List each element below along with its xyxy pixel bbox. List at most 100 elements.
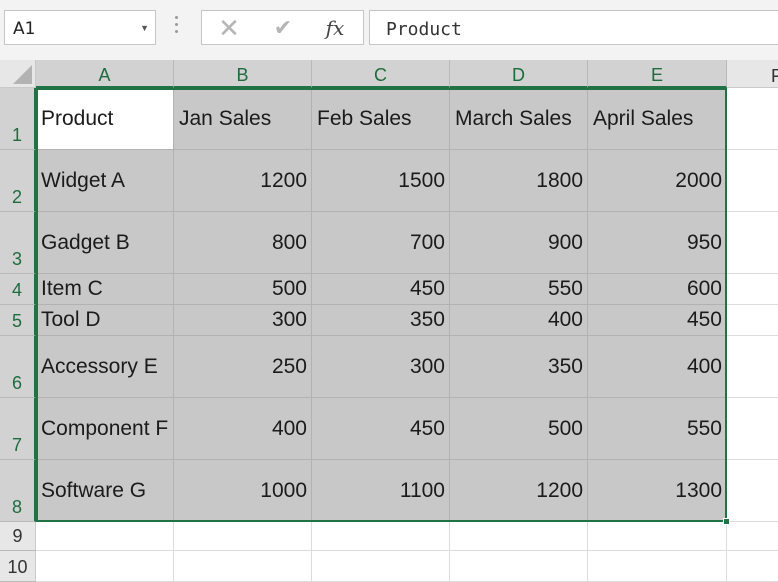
table-cell[interactable]: Tool D xyxy=(36,305,174,336)
row-number: 3 xyxy=(11,249,22,269)
formula-input[interactable]: Product xyxy=(369,10,778,45)
table-cell[interactable] xyxy=(727,551,778,582)
chevron-down-icon[interactable]: ▼ xyxy=(140,23,149,33)
column-header-f-label: F xyxy=(771,66,778,86)
table-cell[interactable]: 300 xyxy=(312,336,450,398)
table-cell[interactable]: 400 xyxy=(174,398,312,460)
column-header-e[interactable]: E xyxy=(588,60,727,88)
column-header-d[interactable]: D xyxy=(450,60,588,88)
column-header-c[interactable]: C xyxy=(312,60,450,88)
row-number: 6 xyxy=(11,373,22,393)
table-cell[interactable]: Item C xyxy=(36,274,174,305)
column-header-b[interactable]: B xyxy=(174,60,312,88)
table-cell[interactable]: 450 xyxy=(312,274,450,305)
table-cell[interactable]: Software G xyxy=(36,460,174,522)
table-cell[interactable] xyxy=(36,522,174,551)
select-all-button[interactable] xyxy=(0,60,36,88)
row-number: 1 xyxy=(11,125,22,145)
table-cell[interactable] xyxy=(727,460,778,522)
row-header-9[interactable]: 9 xyxy=(0,522,36,551)
table-cell[interactable]: 1800 xyxy=(450,150,588,212)
table-cell[interactable] xyxy=(450,551,588,582)
table-cell[interactable] xyxy=(727,274,778,305)
row-number: 5 xyxy=(11,311,22,331)
row-header-1[interactable]: 1 xyxy=(0,88,36,150)
insert-function-icon[interactable]: fx xyxy=(320,15,350,41)
table-cell[interactable]: Component F xyxy=(36,398,174,460)
name-box[interactable]: A1 ▼ xyxy=(4,10,156,45)
row-header-5[interactable]: 5 xyxy=(0,305,36,336)
table-cell[interactable] xyxy=(727,522,778,551)
table-cell[interactable] xyxy=(727,305,778,336)
row-number: 4 xyxy=(11,280,22,300)
table-cell[interactable]: 950 xyxy=(588,212,727,274)
table-cell[interactable] xyxy=(450,522,588,551)
table-cell[interactable]: 500 xyxy=(450,398,588,460)
table-cell[interactable]: 700 xyxy=(312,212,450,274)
header-cell[interactable]: Product xyxy=(36,88,174,150)
row-header-8[interactable]: 8 xyxy=(0,460,36,522)
table-cell[interactable]: 800 xyxy=(174,212,312,274)
check-icon[interactable]: ✔ xyxy=(268,15,298,41)
table-cell[interactable]: Gadget B xyxy=(36,212,174,274)
table-cell[interactable] xyxy=(727,212,778,274)
cancel-icon[interactable]: ✕ xyxy=(214,15,244,41)
row-number: 9 xyxy=(12,526,23,546)
row-header-3[interactable]: 3 xyxy=(0,212,36,274)
formula-content: Product xyxy=(386,19,462,40)
row-number: 8 xyxy=(11,497,22,517)
row-header-10[interactable]: 10 xyxy=(0,551,36,582)
table-cell[interactable]: 1500 xyxy=(312,150,450,212)
table-cell[interactable]: 2000 xyxy=(588,150,727,212)
table-cell[interactable]: 300 xyxy=(174,305,312,336)
table-cell[interactable]: Widget A xyxy=(36,150,174,212)
table-cell[interactable] xyxy=(36,551,174,582)
table-cell[interactable]: 550 xyxy=(588,398,727,460)
column-header-f[interactable]: F xyxy=(727,60,778,88)
table-cell[interactable] xyxy=(588,522,727,551)
table-cell[interactable]: 500 xyxy=(174,274,312,305)
table-cell[interactable] xyxy=(727,150,778,212)
table-cell[interactable]: 400 xyxy=(450,305,588,336)
row-header-2[interactable]: 2 xyxy=(0,150,36,212)
row-header-6[interactable]: 6 xyxy=(0,336,36,398)
fill-handle[interactable] xyxy=(723,518,730,525)
table-cell[interactable]: 1200 xyxy=(450,460,588,522)
table-cell[interactable]: Accessory E xyxy=(36,336,174,398)
table-cell[interactable] xyxy=(727,398,778,460)
table-cell[interactable]: 600 xyxy=(588,274,727,305)
header-cell[interactable]: April Sales xyxy=(588,88,727,150)
table-cell[interactable]: 1300 xyxy=(588,460,727,522)
table-cell[interactable] xyxy=(727,336,778,398)
table-cell[interactable] xyxy=(312,551,450,582)
table-cell[interactable]: 550 xyxy=(450,274,588,305)
table-cell[interactable] xyxy=(588,551,727,582)
row-number: 2 xyxy=(11,187,22,207)
table-cell[interactable] xyxy=(174,522,312,551)
table-cell[interactable]: 400 xyxy=(588,336,727,398)
table-cell[interactable]: 350 xyxy=(450,336,588,398)
row-number: 10 xyxy=(7,557,28,577)
table-cell[interactable]: 900 xyxy=(450,212,588,274)
name-box-value: A1 xyxy=(13,19,36,39)
spreadsheet-grid: F A B C D E 1 2 3 4 5 6 7 8 9 10 Product Jan Sales Feb Sa… xyxy=(0,60,778,582)
select-all-icon xyxy=(13,65,32,84)
table-cell[interactable] xyxy=(727,88,778,150)
header-cell[interactable]: March Sales xyxy=(450,88,588,150)
table-cell[interactable] xyxy=(312,522,450,551)
table-cell[interactable]: 250 xyxy=(174,336,312,398)
table-cell[interactable]: 1100 xyxy=(312,460,450,522)
column-header-a[interactable]: A xyxy=(36,60,174,88)
table-cell[interactable]: 1000 xyxy=(174,460,312,522)
header-cell[interactable]: Feb Sales xyxy=(312,88,450,150)
row-header-7[interactable]: 7 xyxy=(0,398,36,460)
formula-bar-area: A1 ▼ ✕ ✔ fx Product xyxy=(0,0,778,60)
table-cell[interactable]: 450 xyxy=(588,305,727,336)
table-cell[interactable] xyxy=(174,551,312,582)
table-cell[interactable]: 450 xyxy=(312,398,450,460)
table-cell[interactable]: 350 xyxy=(312,305,450,336)
row-header-4[interactable]: 4 xyxy=(0,274,36,305)
table-cell[interactable]: 1200 xyxy=(174,150,312,212)
drag-handle-icon[interactable] xyxy=(174,16,180,40)
header-cell[interactable]: Jan Sales xyxy=(174,88,312,150)
